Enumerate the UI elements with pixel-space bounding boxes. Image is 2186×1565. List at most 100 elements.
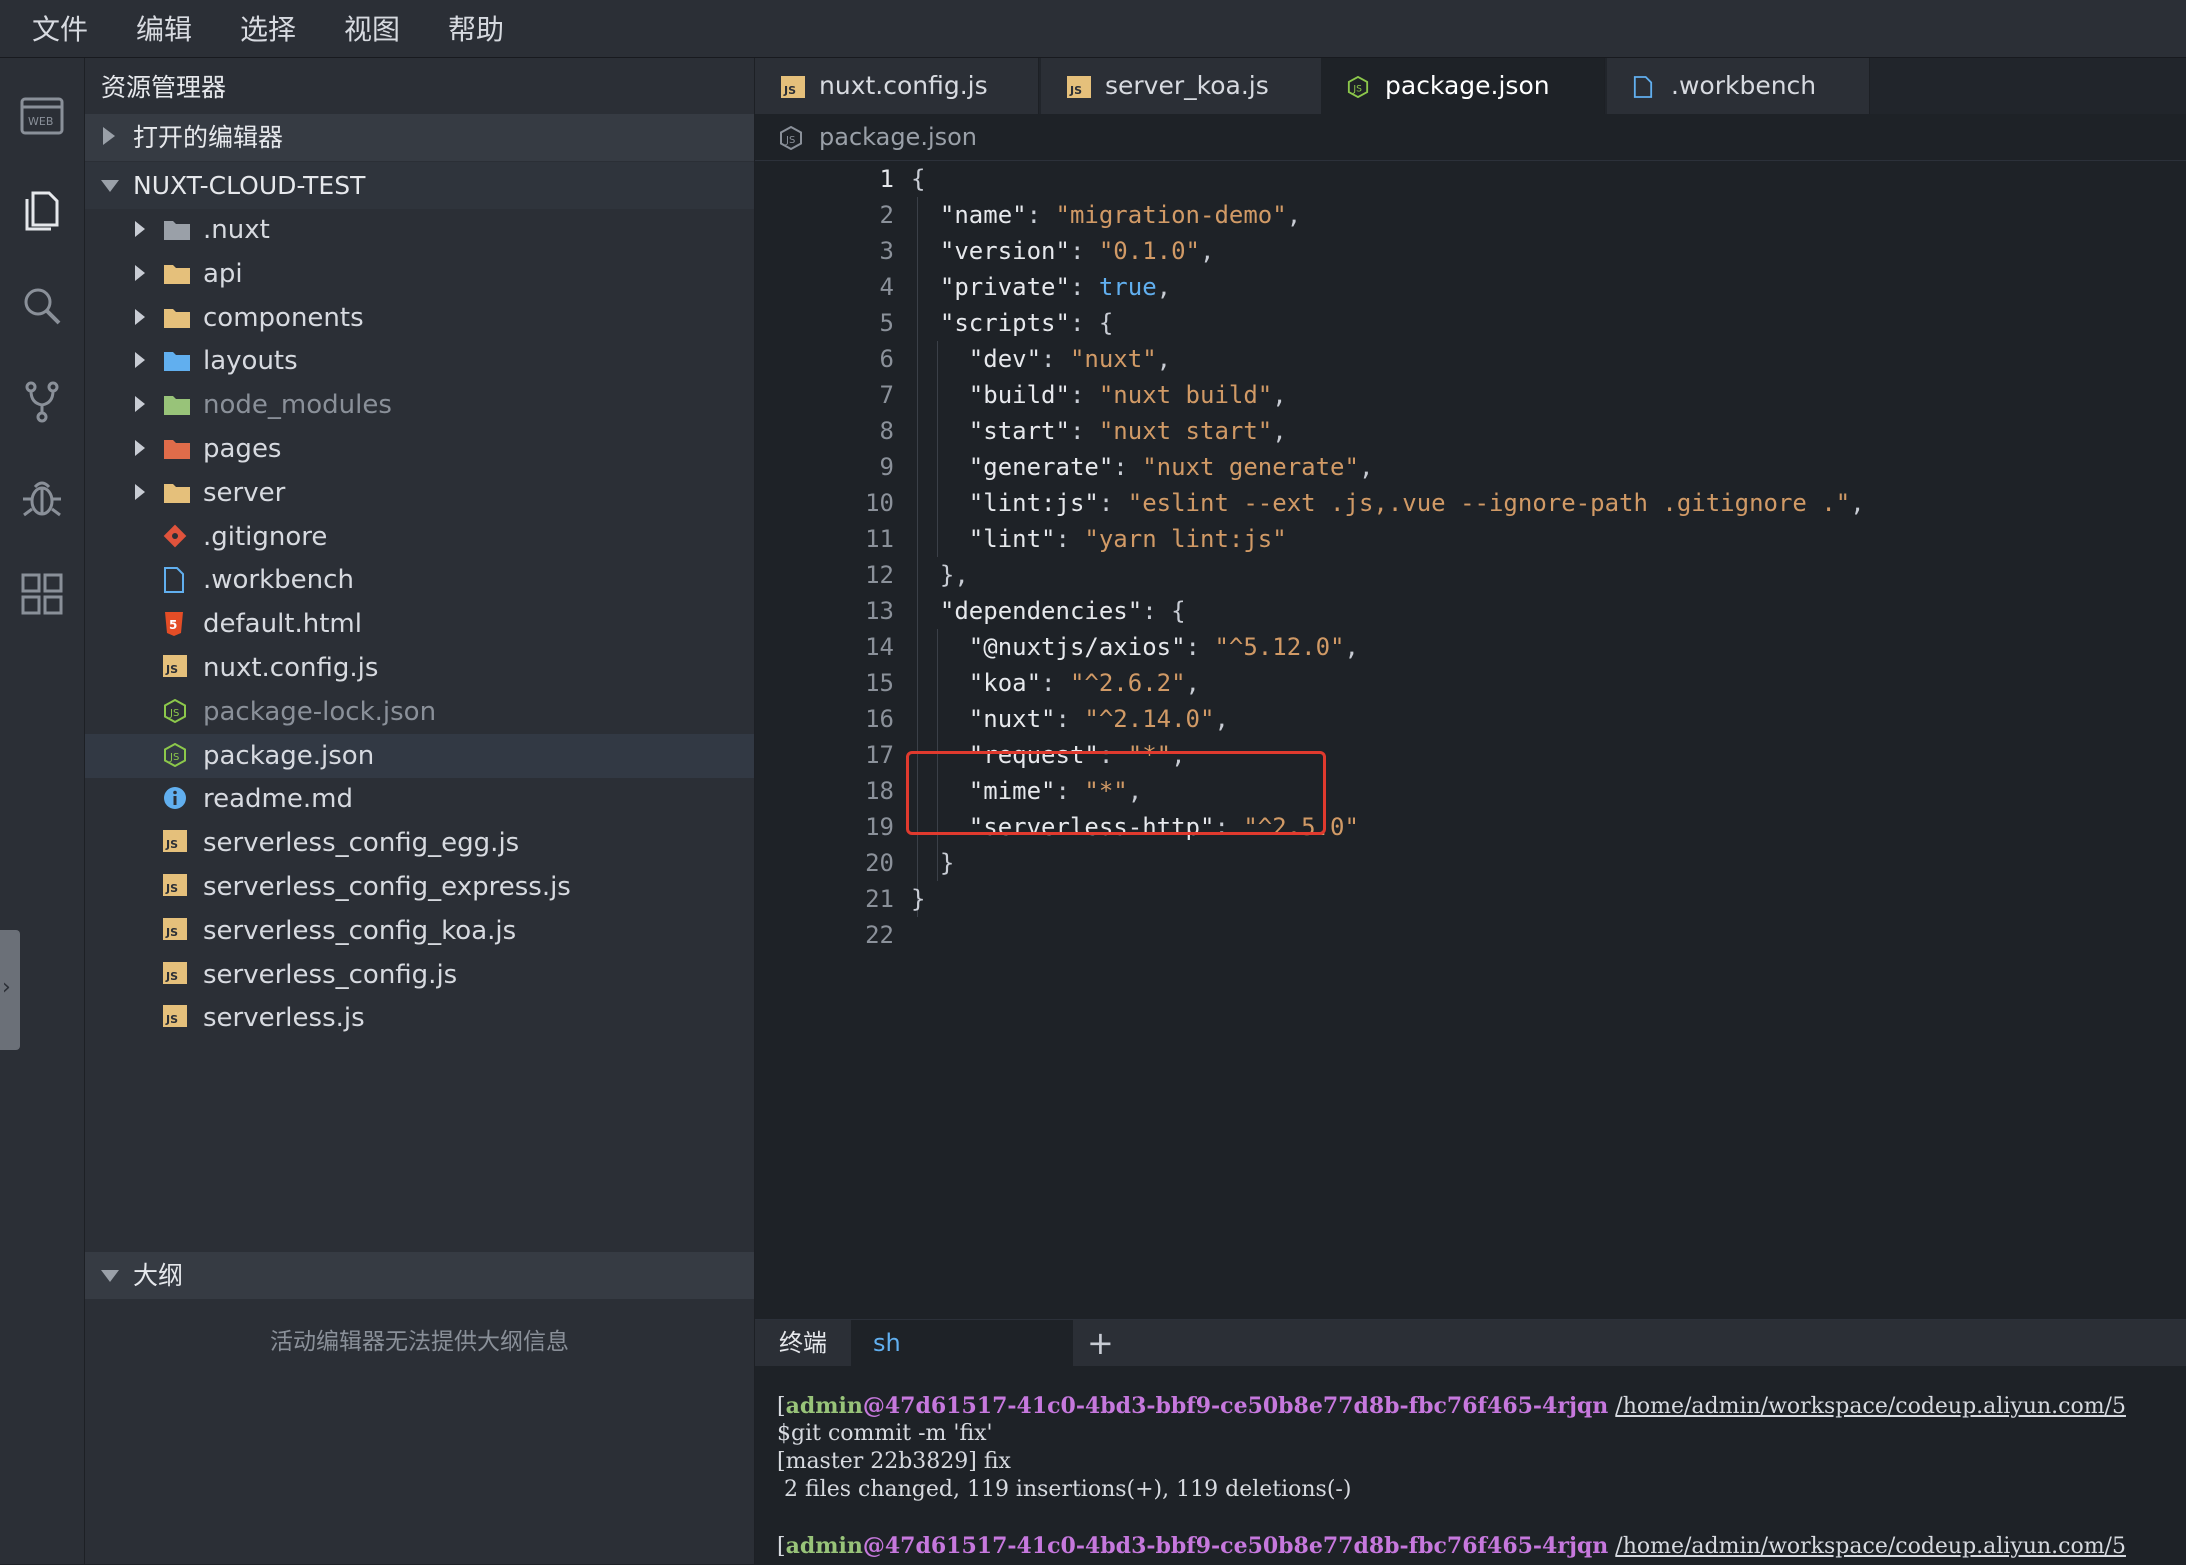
tab-workbench[interactable]: .workbench — [1607, 58, 1870, 114]
svg-text:JS: JS — [169, 708, 179, 719]
folder-icon — [163, 348, 191, 374]
svg-text:JS: JS — [165, 882, 178, 895]
tree-item[interactable]: .gitignore — [85, 515, 754, 559]
code-text: "build": "nuxt build", — [911, 381, 1287, 409]
svg-text:JS: JS — [785, 135, 795, 146]
prompt-user: admin — [785, 1393, 863, 1419]
code-line: 15 "koa": "^2.6.2", — [755, 665, 2186, 701]
breadcrumb-item[interactable]: package.json — [819, 114, 977, 160]
prompt-path[interactable]: /home/admin/workspace/codeup.aliyun.com/… — [1615, 1394, 2126, 1419]
folder-icon — [163, 305, 191, 331]
tree-item[interactable]: JS serverless_config_koa.js — [85, 909, 754, 953]
shell-tab[interactable]: sh — [851, 1320, 1073, 1366]
code-text: "nuxt": "^2.14.0", — [911, 705, 1229, 733]
tab-nuxt-config[interactable]: JS nuxt.config.js — [755, 58, 1039, 114]
prompt-path[interactable]: /home/admin/workspace/codeup.aliyun.com/… — [1615, 1534, 2126, 1559]
outline-section[interactable]: 大纲 — [85, 1252, 754, 1299]
tab-package-json[interactable]: JS package.json — [1321, 58, 1605, 114]
tree-item-label: .workbench — [203, 565, 354, 596]
tree-item[interactable]: node_modules — [85, 383, 754, 427]
project-section[interactable]: NUXT-CLOUD-TEST — [85, 162, 754, 209]
tree-item[interactable]: layouts — [85, 339, 754, 383]
line-number: 9 — [879, 453, 894, 481]
menu-view[interactable]: 视图 — [344, 0, 400, 57]
tree-item[interactable]: JS package.json — [85, 733, 754, 778]
tree-item-label: readme.md — [203, 784, 353, 815]
files-icon[interactable] — [12, 180, 72, 240]
chevron-right-icon — [135, 352, 145, 369]
web-logo-icon[interactable]: WEB — [12, 86, 72, 146]
project-label: NUXT-CLOUD-TEST — [133, 171, 366, 200]
svg-text:JS: JS — [165, 970, 178, 983]
line-number: 22 — [865, 921, 894, 949]
line-number: 11 — [865, 525, 894, 553]
chevron-right-icon — [135, 396, 145, 413]
tree-item[interactable]: .workbench — [85, 558, 754, 602]
tree-item[interactable]: readme.md — [85, 777, 754, 821]
menu-bar: 文件 编辑 选择 视图 帮助 — [0, 0, 2186, 58]
line-number: 4 — [879, 273, 894, 301]
tree-item[interactable]: JS serverless.js — [85, 996, 754, 1040]
tree-item[interactable]: .nuxt — [85, 208, 754, 252]
line-number: 19 — [865, 813, 894, 841]
outline-empty-message: 活动编辑器无法提供大纲信息 — [270, 1329, 569, 1355]
js-icon: JS — [163, 830, 191, 856]
line-number: 13 — [865, 597, 894, 625]
chevron-right-icon — [135, 264, 145, 281]
tree-item-label: package-lock.json — [203, 696, 437, 727]
tree-item[interactable]: 5 default.html — [85, 602, 754, 646]
tree-item[interactable]: server — [85, 471, 754, 515]
menu-edit[interactable]: 编辑 — [136, 0, 192, 57]
code-text: "generate": "nuxt generate", — [911, 453, 1374, 481]
tree-item[interactable]: JS serverless_config.js — [85, 953, 754, 997]
editor-tab-bar: JS nuxt.config.js JS server_koa.js JS pa… — [755, 58, 2186, 114]
menu-file[interactable]: 文件 — [32, 0, 88, 57]
debug-icon[interactable] — [12, 468, 72, 528]
code-line: 16 "nuxt": "^2.14.0", — [755, 701, 2186, 737]
tree-item[interactable]: JS nuxt.config.js — [85, 646, 754, 690]
line-number: 12 — [865, 561, 894, 589]
prompt-host: 47d61517-41c0-4bd3-bbf9-ce50b8e77d8b-fbc… — [884, 1393, 1609, 1419]
line-number: 21 — [865, 885, 894, 913]
menu-selection[interactable]: 选择 — [240, 0, 296, 57]
source-control-icon[interactable] — [12, 372, 72, 432]
activity-bar: WEB — [0, 58, 85, 1564]
tree-item[interactable]: pages — [85, 427, 754, 471]
js-icon: JS — [163, 917, 191, 944]
svg-text:JS: JS — [1069, 84, 1082, 97]
code-line: 2 "name": "migration-demo", — [755, 197, 2186, 233]
terminal-output-line: 2 files changed, 119 insertions(+), 119 … — [777, 1477, 1352, 1502]
add-terminal-icon[interactable]: + — [1087, 1320, 1114, 1366]
code-editor[interactable]: 1{2 "name": "migration-demo", 3 "version"… — [755, 161, 2186, 1319]
tree-item[interactable]: components — [85, 296, 754, 340]
js-icon: JS — [781, 76, 805, 98]
open-editors-section[interactable]: 打开的编辑器 — [85, 114, 754, 161]
tab-label: nuxt.config.js — [819, 71, 988, 100]
panel-collapse-handle[interactable]: › — [0, 930, 20, 1050]
chevron-right-icon — [135, 440, 145, 456]
code-text: "dev": "nuxt", — [911, 345, 1172, 373]
tree-item-label: package.json — [203, 740, 375, 771]
menu-help[interactable]: 帮助 — [448, 0, 504, 57]
folder-icon — [163, 392, 191, 418]
node-icon: JS — [779, 125, 803, 151]
code-text: "version": "0.1.0", — [911, 237, 1215, 265]
tree-item[interactable]: api — [85, 252, 754, 296]
svg-text:JS: JS — [783, 84, 796, 97]
terminal-title[interactable]: 终端 — [779, 1320, 827, 1366]
tree-item[interactable]: JS serverless_config_express.js — [85, 865, 754, 909]
code-line: 12 }, — [755, 557, 2186, 593]
tree-item-label: serverless_config.js — [203, 959, 458, 990]
tab-server-koa[interactable]: JS server_koa.js — [1041, 58, 1322, 114]
code-line: 5 "scripts": { — [755, 305, 2186, 341]
tree-item[interactable]: JS serverless_config_egg.js — [85, 821, 754, 865]
tree-item[interactable]: JS package-lock.json — [85, 690, 754, 734]
extensions-icon[interactable] — [12, 564, 72, 624]
file-icon — [163, 567, 191, 594]
line-number: 16 — [865, 705, 894, 733]
tree-item-label: default.html — [203, 609, 362, 640]
search-icon[interactable] — [12, 276, 72, 336]
prompt-host: 47d61517-41c0-4bd3-bbf9-ce50b8e77d8b-fbc… — [884, 1533, 1609, 1559]
line-number: 2 — [879, 201, 894, 229]
open-editors-label: 打开的编辑器 — [133, 123, 284, 152]
